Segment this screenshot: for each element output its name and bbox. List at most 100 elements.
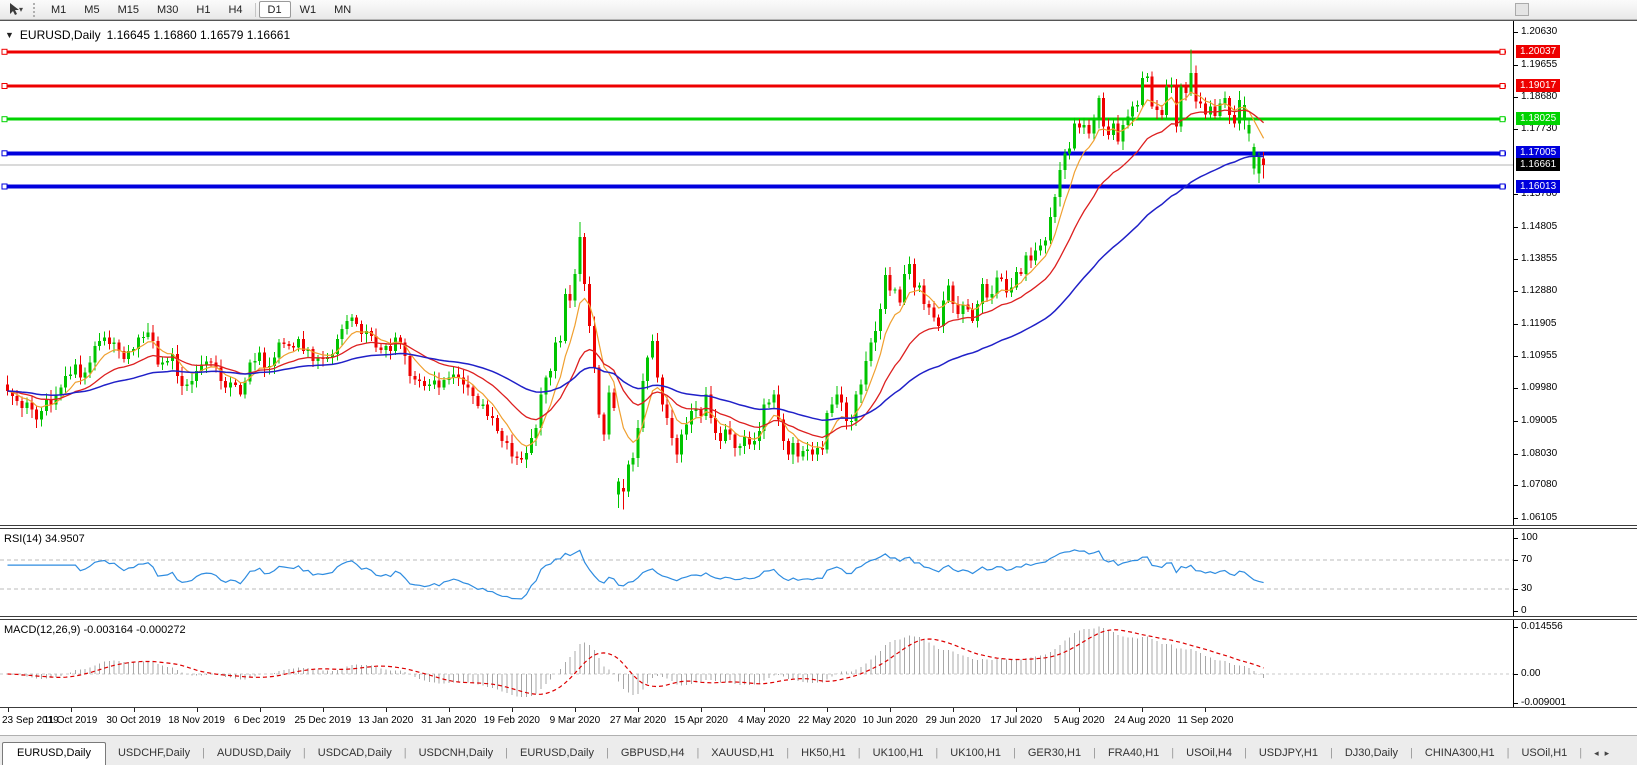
y-axis-tick-label: 1.09005 (1521, 415, 1557, 426)
line-handle-right (1500, 117, 1505, 122)
x-axis-tick-mark (764, 708, 765, 712)
rsi-plot-area[interactable]: RSI(14) 34.9507 (0, 529, 1513, 616)
timeframe-button-H1[interactable]: H1 (187, 1, 219, 18)
rsi-label: RSI(14) 34.9507 (4, 533, 85, 545)
macd-tick-mark (1514, 627, 1518, 628)
tab-USOil-H1[interactable]: USOil,H1 (1509, 743, 1579, 765)
toolbar-separator (255, 3, 256, 17)
timeframe-button-M1[interactable]: M1 (42, 1, 75, 18)
horizontal-level-line-1.17005[interactable] (2, 151, 1506, 156)
rsi-tick-label: 30 (1521, 583, 1532, 594)
x-axis-tick-mark (512, 708, 513, 712)
toolbar-overflow-button[interactable] (1515, 3, 1529, 16)
chart-collapse-icon[interactable]: ▼ (5, 30, 14, 40)
y-axis-tick-label: 1.12880 (1521, 285, 1557, 296)
x-axis-tick-mark (323, 708, 324, 712)
horizontal-level-line-1.16013[interactable] (2, 184, 1506, 189)
line-handle-left (2, 84, 7, 89)
y-axis-tick-label: 1.20630 (1521, 26, 1557, 37)
tab-scroll-left-icon[interactable]: ◂ (1594, 748, 1599, 759)
x-axis-tick-mark (260, 708, 261, 712)
price-line-badge: 1.16013 (1516, 180, 1560, 193)
horizontal-level-line-1.18025[interactable] (2, 117, 1506, 122)
y-axis-tick-mark (1514, 518, 1518, 519)
x-axis-date-label: 4 May 2020 (738, 715, 790, 726)
tab-XAUUSD-H1[interactable]: XAUUSD,H1 (699, 743, 786, 765)
rsi-tick-mark (1514, 611, 1518, 612)
y-axis-tick-label: 1.11905 (1521, 318, 1556, 329)
x-axis-tick-mark (1205, 708, 1206, 712)
x-axis-date-label: 18 Nov 2019 (168, 715, 225, 726)
x-axis-date-label: 13 Jan 2020 (358, 715, 413, 726)
tab-DJ30-Daily[interactable]: DJ30,Daily (1333, 743, 1410, 765)
x-axis-date-label: 5 Aug 2020 (1054, 715, 1105, 726)
y-axis-tick-label: 1.09980 (1521, 382, 1557, 393)
x-axis-date-label: 22 May 2020 (798, 715, 856, 726)
cursor-tool-button[interactable]: ▾ (3, 2, 29, 18)
line-handle-right (1500, 49, 1505, 54)
timeframe-button-H4[interactable]: H4 (219, 1, 251, 18)
cursor-tool-caret-icon[interactable]: ▾ (19, 5, 23, 14)
tab-USDCAD-Daily[interactable]: USDCAD,Daily (306, 743, 404, 765)
price-scale[interactable]: 1.206301.196551.186801.177301.157801.148… (1514, 21, 1637, 525)
tab-USOil-H4[interactable]: USOil,H4 (1174, 743, 1244, 765)
x-axis-tick-mark (449, 708, 450, 712)
chart-window: ▼ EURUSD,Daily 1.16645 1.16860 1.16579 1… (0, 20, 1637, 735)
rsi-scale[interactable]: 10070300 (1514, 529, 1637, 616)
x-axis-tick-mark (71, 708, 72, 712)
y-axis-tick-mark (1514, 227, 1518, 228)
tab-GER30-H1[interactable]: GER30,H1 (1016, 743, 1093, 765)
tab-UK100-H1[interactable]: UK100,H1 (938, 743, 1013, 765)
y-axis-tick-mark (1514, 324, 1518, 325)
macd-tick-mark (1514, 674, 1518, 675)
rsi-tick-mark (1514, 560, 1518, 561)
timeframe-button-M30[interactable]: M30 (148, 1, 187, 18)
date-axis[interactable]: 23 Sep 201911 Oct 201930 Oct 201918 Nov … (0, 707, 1637, 735)
line-handle-right (1500, 84, 1505, 89)
horizontal-level-line-1.19017[interactable] (2, 84, 1506, 89)
timeframe-button-D1[interactable]: D1 (259, 1, 291, 18)
chart-symbol-label: EURUSD,Daily (20, 28, 101, 42)
timeframe-button-MN[interactable]: MN (325, 1, 360, 18)
macd-tick-label: 0.00 (1521, 668, 1540, 679)
horizontal-level-line-1.20037[interactable] (2, 49, 1506, 54)
chart-ohlc-values: 1.16645 1.16860 1.16579 1.16661 (107, 28, 291, 42)
y-axis-tick-mark (1514, 32, 1518, 33)
main-chart-pane: ▼ EURUSD,Daily 1.16645 1.16860 1.16579 1… (0, 21, 1637, 525)
line-handle-left (2, 184, 7, 189)
macd-plot-area[interactable]: MACD(12,26,9) -0.003164 -0.000272 (0, 620, 1513, 707)
timeframe-button-W1[interactable]: W1 (291, 1, 326, 18)
tab-EURUSD-Daily[interactable]: EURUSD,Daily (508, 743, 606, 765)
x-axis-date-label: 17 Jul 2020 (990, 715, 1042, 726)
x-axis-tick-mark (1016, 708, 1017, 712)
y-axis-tick-mark (1514, 97, 1518, 98)
tab-EURUSD-Daily[interactable]: EURUSD,Daily (2, 742, 106, 765)
y-axis-tick-mark (1514, 129, 1518, 130)
y-axis-tick-mark (1514, 291, 1518, 292)
toolbar-grip-handle[interactable] (33, 3, 38, 17)
tab-GBPUSD-H4[interactable]: GBPUSD,H4 (609, 743, 697, 765)
timeframe-button-M15[interactable]: M15 (109, 1, 148, 18)
rsi-line (8, 550, 1264, 599)
tab-USDJPY-H1[interactable]: USDJPY,H1 (1247, 743, 1330, 765)
x-axis-tick-mark (575, 708, 576, 712)
tab-CHINA300-H1[interactable]: CHINA300,H1 (1413, 743, 1507, 765)
y-axis-tick-label: 1.14805 (1521, 221, 1557, 232)
x-axis-date-label: 15 Apr 2020 (674, 715, 728, 726)
price-line-badge: 1.19017 (1516, 79, 1560, 92)
y-axis-tick-label: 1.18680 (1521, 91, 1557, 102)
x-axis-tick-mark (638, 708, 639, 712)
line-handle-right (1500, 151, 1505, 156)
tab-AUDUSD-Daily[interactable]: AUDUSD,Daily (205, 743, 303, 765)
tab-USDCNH-Daily[interactable]: USDCNH,Daily (407, 743, 506, 765)
timeframe-button-M5[interactable]: M5 (75, 1, 108, 18)
line-handle-left (2, 151, 7, 156)
tab-USDCHF-Daily[interactable]: USDCHF,Daily (106, 743, 202, 765)
tab-FRA40-H1[interactable]: FRA40,H1 (1096, 743, 1171, 765)
tab-scroll-right-icon[interactable]: ▸ (1605, 748, 1610, 759)
macd-scale[interactable]: 0.0145560.00-0.009001 (1514, 620, 1637, 707)
price-plot-area[interactable]: ▼ EURUSD,Daily 1.16645 1.16860 1.16579 1… (0, 21, 1513, 525)
tab-HK50-H1[interactable]: HK50,H1 (789, 743, 858, 765)
tab-UK100-H1[interactable]: UK100,H1 (861, 743, 936, 765)
macd-label: MACD(12,26,9) -0.003164 -0.000272 (4, 624, 186, 636)
